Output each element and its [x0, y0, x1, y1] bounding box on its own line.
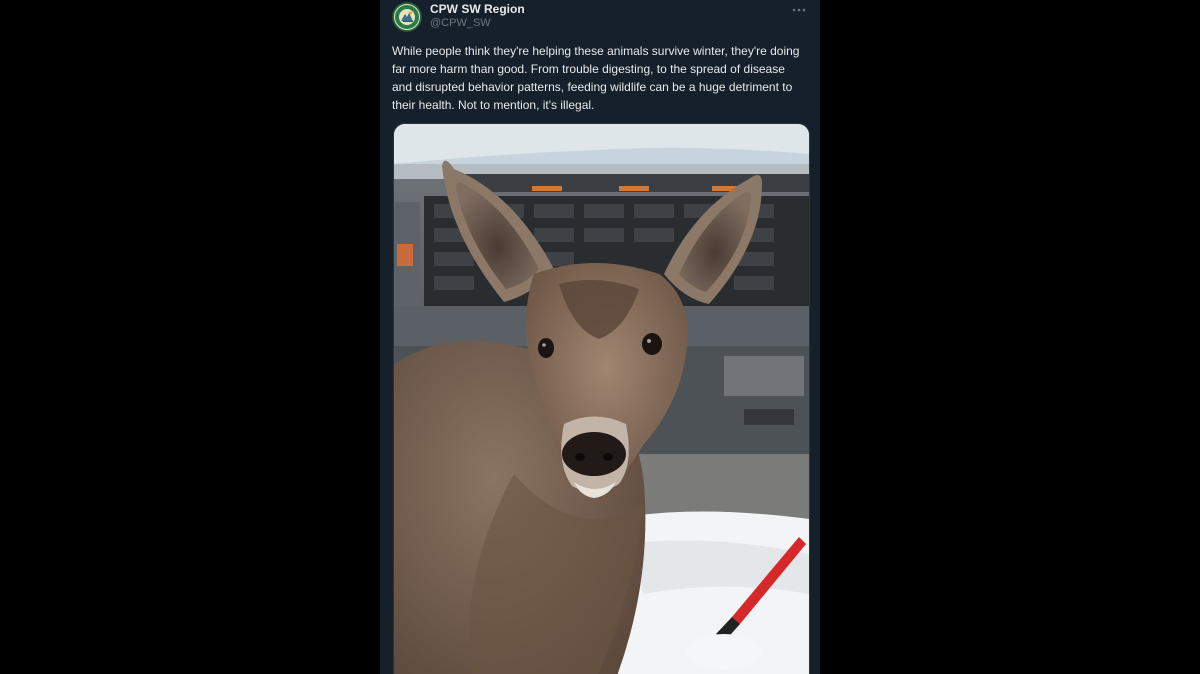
tweet-header: CPW SW Region @CPW_SW: [392, 2, 808, 34]
author-handle[interactable]: @CPW_SW: [430, 16, 525, 30]
tweet-card[interactable]: CPW SW Region @CPW_SW While people think…: [380, 0, 820, 674]
cpw-logo-icon[interactable]: [392, 2, 422, 32]
author-names: CPW SW Region @CPW_SW: [430, 2, 525, 30]
more-dots-icon[interactable]: [790, 2, 808, 18]
tweet-text: While people think they're helping these…: [392, 44, 800, 112]
tweet-media-deer-photo[interactable]: [393, 123, 810, 674]
video-frame: CPW SW Region @CPW_SW While people think…: [0, 0, 1200, 674]
author-display-name[interactable]: CPW SW Region: [430, 2, 525, 16]
